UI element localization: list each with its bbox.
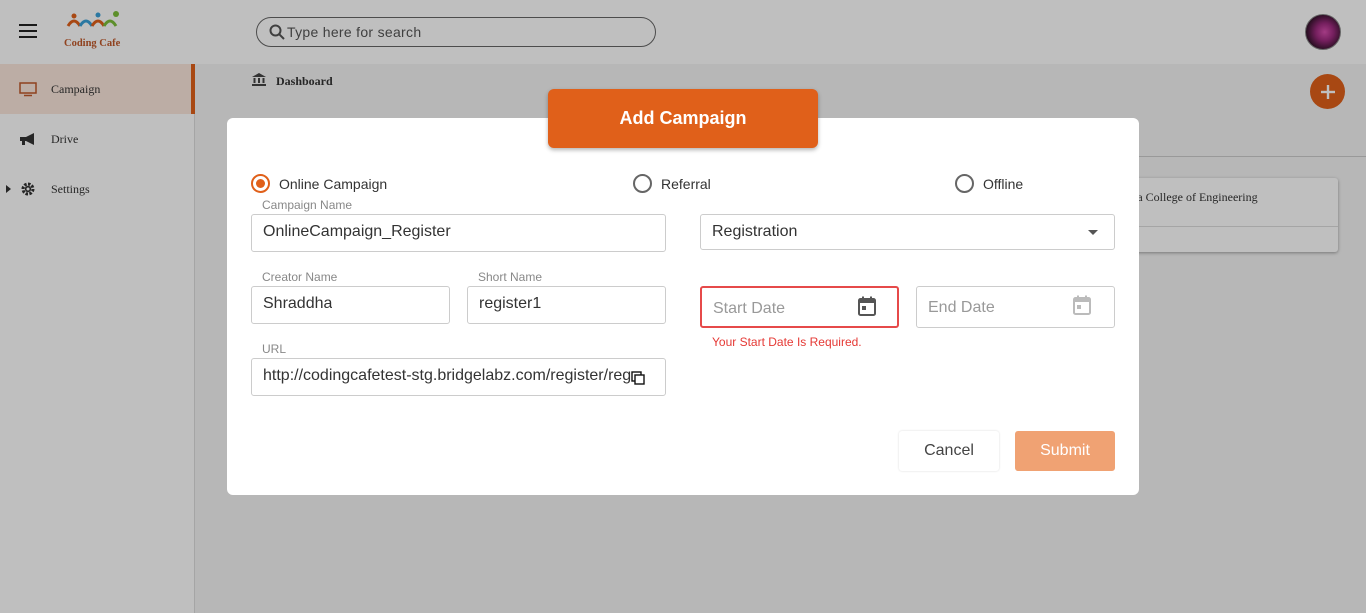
radio-label: Online Campaign xyxy=(279,175,388,192)
dialog-title: Add Campaign xyxy=(548,89,818,148)
short-name-field[interactable]: register1 xyxy=(467,286,666,324)
calendar-icon[interactable] xyxy=(858,296,876,316)
campaign-name-label: Campaign Name xyxy=(261,198,354,212)
radio-label: Referral xyxy=(661,175,711,192)
creator-name-value: Shraddha xyxy=(263,295,333,312)
start-date-placeholder: Start Date xyxy=(713,300,786,317)
url-field[interactable]: http://codingcafetest-stg.bridgelabz.com… xyxy=(251,358,666,396)
creator-name-label: Creator Name xyxy=(261,270,339,284)
creator-name-field[interactable]: Shraddha xyxy=(251,286,450,324)
radio-unchecked-icon xyxy=(955,174,974,193)
end-date-placeholder: End Date xyxy=(928,299,995,316)
copy-icon[interactable] xyxy=(631,371,646,385)
start-date-error: Your Start Date Is Required. xyxy=(712,335,862,349)
submit-button[interactable]: Submit xyxy=(1015,431,1115,471)
url-value: http://codingcafetest-stg.bridgelabz.com… xyxy=(263,367,632,384)
campaign-name-value: OnlineCampaign_Register xyxy=(263,223,451,240)
category-value: Registration xyxy=(712,223,798,240)
cancel-button[interactable]: Cancel xyxy=(899,431,999,471)
radio-offline[interactable]: Offline xyxy=(955,174,1023,193)
chevron-down-icon xyxy=(1088,230,1098,235)
start-date-field[interactable]: Start Date xyxy=(700,286,899,328)
short-name-label: Short Name xyxy=(477,270,544,284)
radio-online-campaign[interactable]: Online Campaign xyxy=(251,174,387,193)
radio-unchecked-icon xyxy=(633,174,652,193)
radio-checked-icon xyxy=(251,174,270,193)
radio-label: Offline xyxy=(983,175,1024,192)
campaign-name-field[interactable]: OnlineCampaign_Register xyxy=(251,214,666,252)
short-name-value: register1 xyxy=(479,295,542,312)
radio-referral[interactable]: Referral xyxy=(633,174,711,193)
url-label: URL xyxy=(261,342,288,356)
calendar-icon[interactable] xyxy=(1073,295,1091,315)
end-date-field[interactable]: End Date xyxy=(916,286,1115,328)
category-select[interactable]: Registration xyxy=(700,214,1115,250)
